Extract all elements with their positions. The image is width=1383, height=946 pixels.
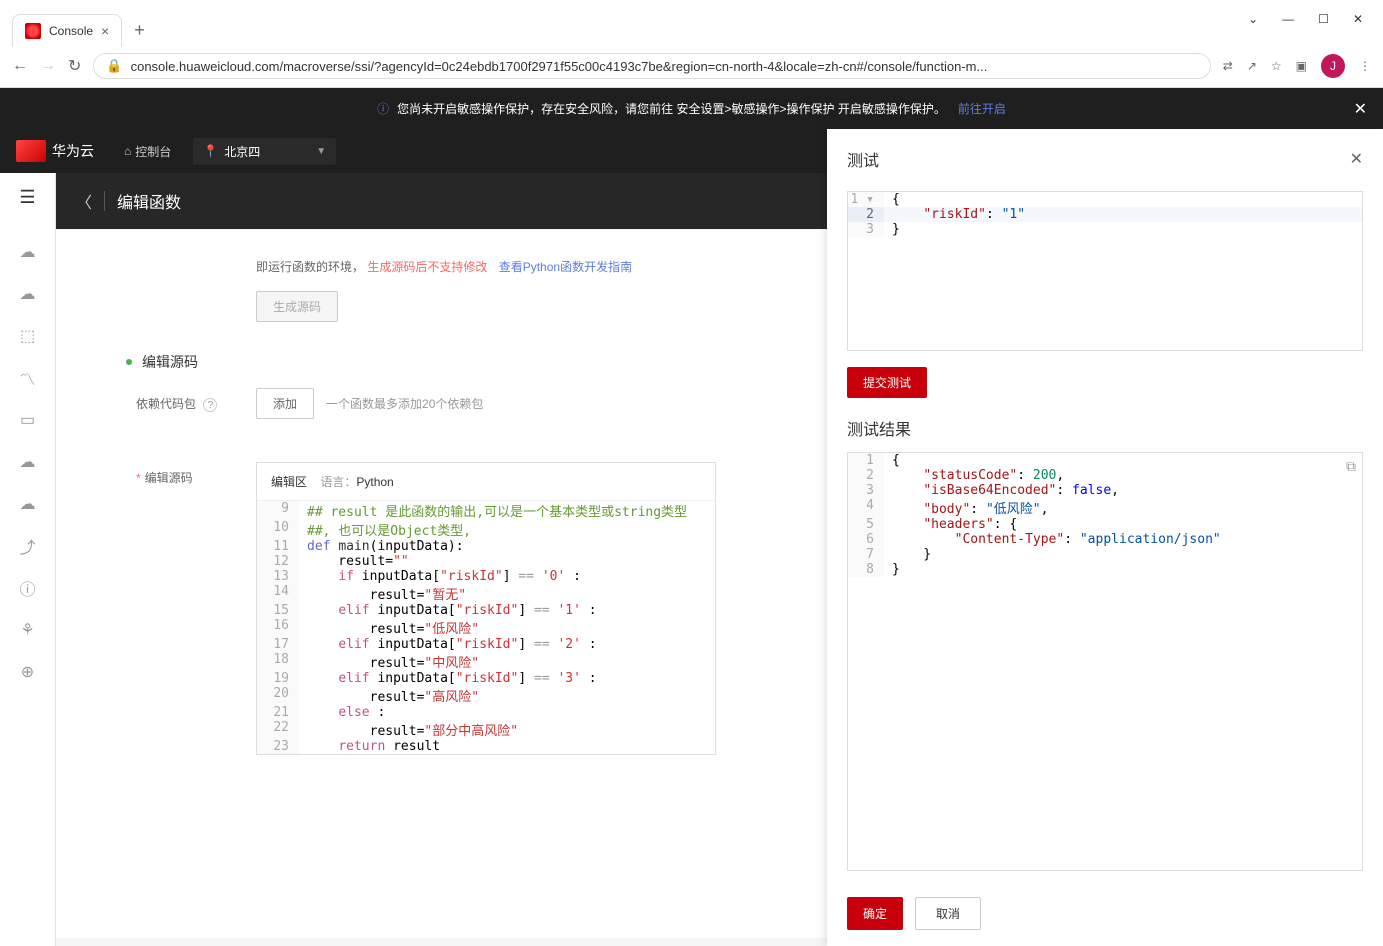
- home-icon: ⌂: [124, 144, 131, 158]
- monitor-icon[interactable]: 〽: [16, 366, 40, 390]
- back-button[interactable]: ←: [12, 57, 28, 75]
- share-icon[interactable]: ↗: [1247, 59, 1257, 73]
- menu-icon[interactable]: ⋮: [1359, 59, 1371, 73]
- tab-close-icon[interactable]: ×: [101, 23, 109, 39]
- menu-toggle-icon[interactable]: ☰: [19, 173, 35, 222]
- refresh-button[interactable]: ↻: [68, 56, 81, 76]
- result-line: 7 }: [848, 547, 1362, 562]
- guide-link[interactable]: 查看Python函数开发指南: [499, 260, 632, 274]
- code-line[interactable]: 20 result="高风险": [257, 686, 715, 705]
- cloud-icon[interactable]: ☁: [16, 240, 40, 264]
- browser-tab[interactable]: Console ×: [12, 14, 122, 47]
- json-line[interactable]: 3}: [848, 222, 1362, 237]
- cloud-upload-icon[interactable]: ☁: [16, 492, 40, 516]
- notification-text: 您尚未开启敏感操作保护，存在安全风险，请您前往 安全设置>敏感操作>操作保护 开…: [397, 100, 946, 117]
- code-line[interactable]: 19 elif inputData["riskId"] == '3' :: [257, 671, 715, 686]
- dep-hint: 一个函数最多添加20个依赖包: [326, 395, 483, 412]
- browser-chrome: ⌄ — ☐ ✕ Console × + ← → ↻ 🔒 console.huaw…: [0, 0, 1383, 88]
- code-line[interactable]: 16 result="低风险": [257, 618, 715, 637]
- huawei-logo-icon: [16, 140, 46, 162]
- code-line[interactable]: 15 elif inputData["riskId"] == '1' :: [257, 603, 715, 618]
- back-icon[interactable]: 〈: [76, 189, 92, 213]
- dep-package-label: 依赖代码包 ?: [136, 395, 256, 413]
- upload-icon[interactable]: ⤴: [16, 534, 40, 558]
- add-dependency-button[interactable]: 添加: [256, 388, 314, 419]
- url-text: console.huaweicloud.com/macroverse/ssi/?…: [131, 59, 1198, 74]
- result-line: 6 "Content-Type": "application/json": [848, 532, 1362, 547]
- code-line[interactable]: 12 result="": [257, 554, 715, 569]
- notification-link[interactable]: 前往开启: [958, 100, 1006, 117]
- result-line: 2 "statusCode": 200,: [848, 468, 1362, 483]
- test-input-editor[interactable]: 1 ▾{2 "riskId": "1"3}: [847, 191, 1363, 351]
- result-line: 3 "isBase64Encoded": false,: [848, 483, 1362, 498]
- nodes-icon[interactable]: ⚘: [16, 618, 40, 642]
- result-line: 1{: [848, 453, 1362, 468]
- editor-header: 编辑区 语言：Python: [257, 463, 715, 501]
- code-line[interactable]: 9## result 是此函数的输出,可以是一个基本类型或string类型: [257, 501, 715, 520]
- brand-logo[interactable]: 华为云: [8, 140, 102, 162]
- code-line[interactable]: 18 result="中风险": [257, 652, 715, 671]
- cancel-button[interactable]: 取消: [915, 897, 981, 930]
- lock-icon: 🔒: [106, 58, 122, 74]
- console-link[interactable]: ⌂ 控制台: [118, 143, 177, 160]
- code-line[interactable]: 10##, 也可以是Object类型,: [257, 520, 715, 539]
- brand-text: 华为云: [52, 141, 94, 161]
- location-icon: 📍: [203, 144, 218, 158]
- test-result-box: ⧉ 1{2 "statusCode": 200,3 "isBase64Encod…: [847, 452, 1363, 871]
- profile-avatar[interactable]: J: [1321, 54, 1345, 78]
- device-icon[interactable]: ▭: [16, 408, 40, 432]
- tab-title: Console: [49, 24, 93, 38]
- cloud-dots-icon[interactable]: ☁: [16, 282, 40, 306]
- extensions-icon[interactable]: ▣: [1296, 59, 1307, 73]
- confirm-button[interactable]: 确定: [847, 897, 903, 930]
- code-line[interactable]: 11def main(inputData):: [257, 539, 715, 554]
- region-select[interactable]: 📍 北京四 ▼: [193, 138, 336, 165]
- info-icon: ⓘ: [377, 100, 389, 117]
- code-line[interactable]: 21 else :: [257, 705, 715, 720]
- result-title: 测试结果: [847, 416, 1363, 440]
- test-panel: 测试 ✕ 1 ▾{2 "riskId": "1"3} 提交测试 测试结果 ⧉ 1…: [827, 129, 1383, 946]
- new-tab-button[interactable]: +: [122, 20, 157, 41]
- result-line: 8}: [848, 562, 1362, 577]
- hint-warning: 生成源码后不支持修改: [367, 260, 487, 274]
- region-label: 北京四: [224, 143, 260, 160]
- translate-icon[interactable]: ⇄: [1223, 59, 1233, 73]
- code-line[interactable]: 23 return result: [257, 739, 715, 754]
- notification-close-icon[interactable]: ✕: [1354, 99, 1367, 119]
- result-line: 5 "headers": {: [848, 517, 1362, 532]
- code-line[interactable]: 22 result="部分中高风险": [257, 720, 715, 739]
- forward-button[interactable]: →: [40, 57, 56, 75]
- submit-test-button[interactable]: 提交测试: [847, 367, 927, 398]
- database-icon[interactable]: ⬚: [16, 324, 40, 348]
- cloud-outline-icon[interactable]: ☁: [16, 450, 40, 474]
- favicon-icon: [25, 23, 41, 39]
- code-line[interactable]: 14 result="暂无": [257, 584, 715, 603]
- chevron-down-icon: ▼: [316, 146, 326, 157]
- star-icon[interactable]: ☆: [1271, 59, 1282, 73]
- result-line: 4 "body": "低风险",: [848, 498, 1362, 517]
- panel-close-icon[interactable]: ✕: [1350, 149, 1363, 169]
- generate-source-button[interactable]: 生成源码: [256, 291, 338, 322]
- globe-icon[interactable]: ⊕: [16, 660, 40, 684]
- json-line[interactable]: 2 "riskId": "1": [848, 207, 1362, 222]
- help-icon[interactable]: ?: [203, 398, 217, 412]
- ip-icon[interactable]: ⓘ: [16, 576, 40, 600]
- divider: [104, 191, 105, 211]
- json-line[interactable]: 1 ▾{: [848, 192, 1362, 207]
- code-line[interactable]: 13 if inputData["riskId"] == '0' :: [257, 569, 715, 584]
- code-line[interactable]: 17 elif inputData["riskId"] == '2' :: [257, 637, 715, 652]
- side-rail: ☰ ☁ ☁ ⬚ 〽 ▭ ☁ ☁ ⤴ ⓘ ⚘ ⊕: [0, 173, 56, 946]
- copy-icon[interactable]: ⧉: [1346, 459, 1356, 475]
- page-title: 编辑函数: [117, 189, 181, 213]
- code-editor[interactable]: 编辑区 语言：Python 9## result 是此函数的输出,可以是一个基本…: [256, 462, 716, 755]
- notification-bar: ⓘ 您尚未开启敏感操作保护，存在安全风险，请您前往 安全设置>敏感操作>操作保护…: [0, 88, 1383, 129]
- address-bar[interactable]: 🔒 console.huaweicloud.com/macroverse/ssi…: [93, 53, 1210, 79]
- edit-source-label: *编辑源码: [136, 439, 256, 486]
- panel-title: 测试: [847, 147, 879, 171]
